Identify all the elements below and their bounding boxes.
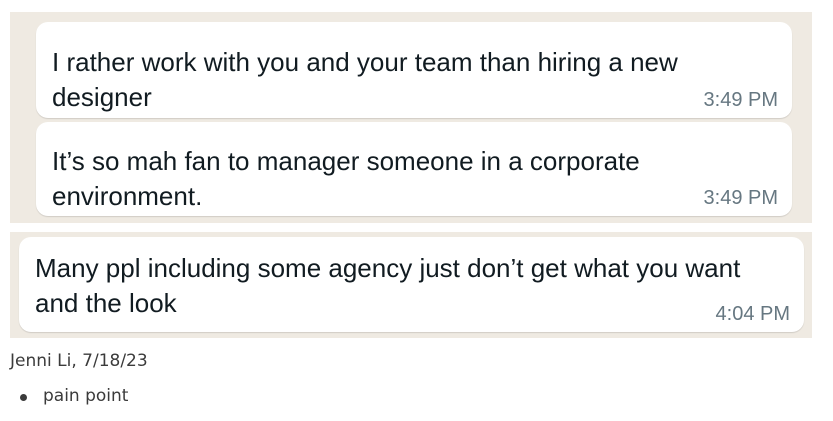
bullet-item-text: pain point xyxy=(43,386,129,406)
message-text: Many ppl including some agency just don’… xyxy=(35,253,741,318)
screenshot-caption: Jenni Li, 7/18/23 xyxy=(10,351,148,371)
message-timestamp: 3:49 PM xyxy=(703,89,778,111)
note-bullet-list: pain point xyxy=(20,386,128,406)
message-text: It’s so mah fan to manager someone in a … xyxy=(52,146,640,211)
chat-screenshot-bottom: Many ppl including some agency just don’… xyxy=(10,232,812,338)
message-timestamp: 4:04 PM xyxy=(715,303,790,325)
message-bubble: It’s so mah fan to manager someone in a … xyxy=(36,122,792,216)
message-text: I rather work with you and your team tha… xyxy=(52,47,678,112)
message-bubble: I rather work with you and your team tha… xyxy=(36,22,792,118)
chat-screenshot-top: I rather work with you and your team tha… xyxy=(10,12,812,223)
bullet-icon xyxy=(20,393,27,401)
message-bubble: Many ppl including some agency just don’… xyxy=(19,237,804,332)
message-timestamp: 3:49 PM xyxy=(703,187,778,209)
